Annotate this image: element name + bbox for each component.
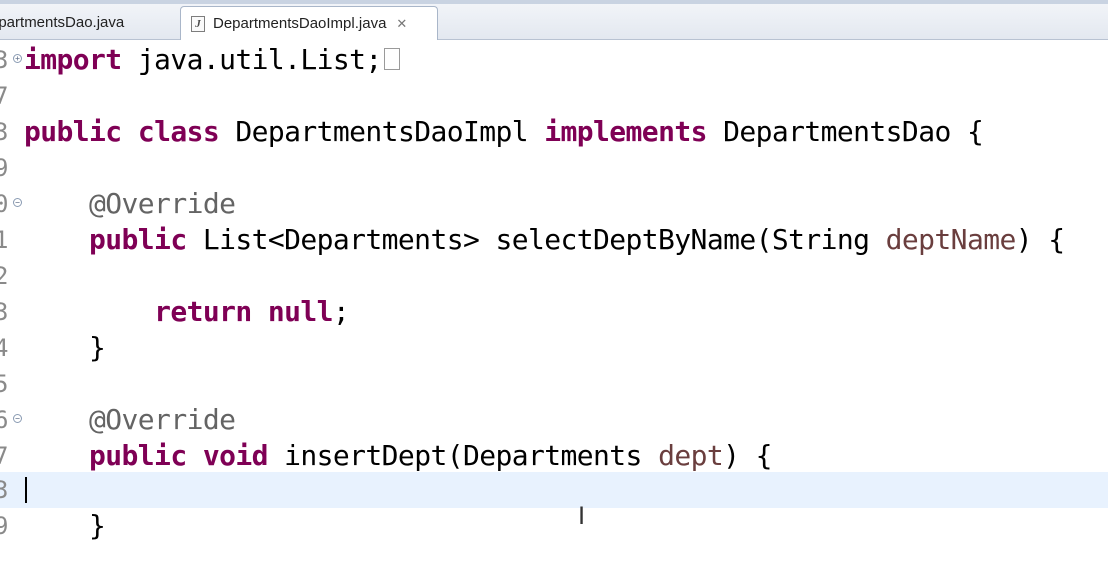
- line-number: 9: [0, 512, 9, 540]
- java-file-icon: J: [191, 15, 205, 32]
- code-line: 5: [0, 366, 1108, 402]
- code-text: @Override: [89, 403, 236, 436]
- code-line: 0 − @Override: [0, 186, 1108, 222]
- line-number: 2: [0, 262, 9, 290]
- code-line: 7: [0, 78, 1108, 114]
- code-text: @Override: [89, 187, 236, 220]
- code-text: }: [24, 331, 106, 364]
- line-number: 7: [0, 442, 9, 470]
- code-line: 6 − @Override: [0, 402, 1108, 438]
- keyword-import: import: [24, 43, 122, 76]
- code-text: import java.util.List;: [24, 42, 400, 78]
- text-cursor-icon: I: [578, 502, 586, 530]
- line-number: 3: [0, 298, 9, 326]
- text-caret: [25, 477, 27, 503]
- line-number: 5: [0, 370, 9, 398]
- code-text: public List<Departments> selectDeptByNam…: [89, 223, 1065, 256]
- line-number: 1: [0, 226, 9, 254]
- collapse-fold-icon[interactable]: −: [13, 198, 22, 207]
- code-line: 9: [0, 150, 1108, 186]
- line-number: 4: [0, 334, 9, 362]
- tab-departments-dao[interactable]: epartmentsDao.java: [0, 6, 180, 39]
- code-text: }: [24, 509, 106, 542]
- code-text: return null;: [154, 295, 350, 328]
- collapse-fold-icon[interactable]: −: [13, 414, 22, 423]
- tab-label: DepartmentsDaoImpl.java: [213, 15, 387, 32]
- current-line-highlight[interactable]: 3: [0, 472, 1108, 508]
- tab-departments-dao-impl[interactable]: J DepartmentsDaoImpl.java ✕: [180, 6, 438, 40]
- line-number: 3: [0, 118, 9, 146]
- code-text: public void insertDept(Departments dept)…: [89, 439, 772, 472]
- collapsed-imports-icon[interactable]: [383, 48, 400, 70]
- editor-tab-bar: epartmentsDao.java J DepartmentsDaoImpl.…: [0, 0, 1108, 40]
- code-line: 4 }: [0, 330, 1108, 366]
- code-line: 2: [0, 258, 1108, 294]
- tab-bar-top-border: [0, 0, 1108, 4]
- line-number: 9: [0, 154, 9, 182]
- code-editor[interactable]: 3 + import java.util.List; 7 3 public cl…: [0, 40, 1108, 561]
- line-number: 7: [0, 82, 9, 110]
- code-line: 7 public void insertDept(Departments dep…: [0, 438, 1108, 474]
- expand-fold-icon[interactable]: +: [13, 54, 22, 63]
- tab-label: epartmentsDao.java: [0, 14, 125, 31]
- code-text: public class DepartmentsDaoImpl implemen…: [24, 115, 984, 148]
- code-line: 3 return null;: [0, 294, 1108, 330]
- code-line: 9 }: [0, 508, 1108, 544]
- code-line: 3 + import java.util.List;: [0, 42, 1108, 78]
- close-icon[interactable]: ✕: [396, 16, 407, 32]
- line-number: 3: [0, 476, 9, 504]
- code-line: 3 public class DepartmentsDaoImpl implem…: [0, 114, 1108, 150]
- code-line: 1 public List<Departments> selectDeptByN…: [0, 222, 1108, 258]
